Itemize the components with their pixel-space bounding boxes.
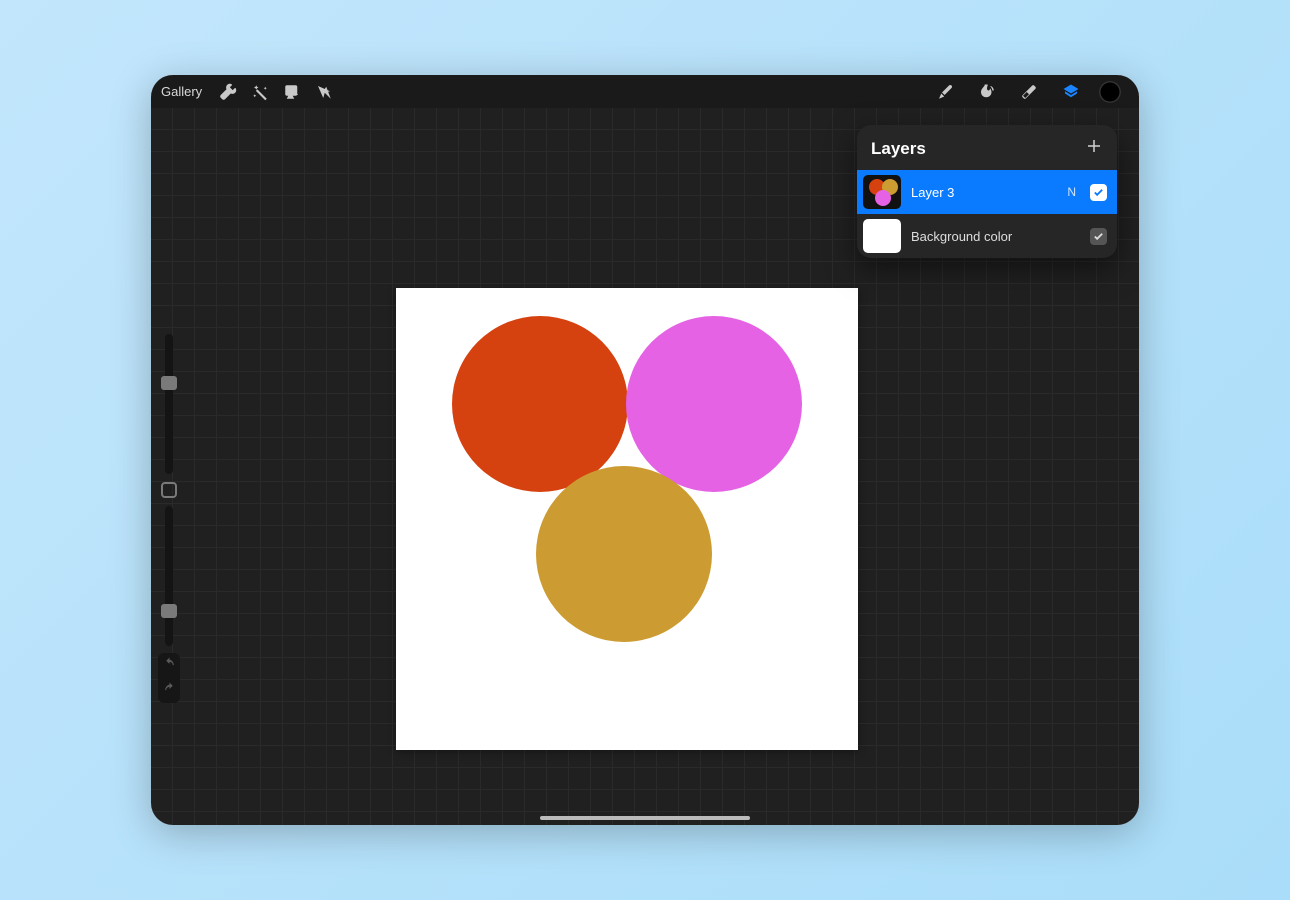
- arrow-icon[interactable]: [310, 78, 338, 106]
- color-swatch[interactable]: [1099, 81, 1121, 103]
- layer-visibility-checkbox[interactable]: [1090, 184, 1107, 201]
- wrench-icon[interactable]: [214, 78, 242, 106]
- opacity-slider[interactable]: [165, 506, 173, 646]
- layer-row[interactable]: Background color: [857, 214, 1117, 258]
- undo-icon[interactable]: [163, 657, 176, 675]
- gallery-button[interactable]: Gallery: [161, 84, 202, 99]
- brush-size-slider[interactable]: [165, 334, 173, 474]
- page-background: Gallery: [0, 0, 1290, 900]
- toolbar-right-group: [931, 78, 1129, 106]
- modifier-square[interactable]: [161, 482, 177, 498]
- tablet-frame: Gallery: [151, 75, 1139, 825]
- add-layer-button[interactable]: [1085, 137, 1103, 160]
- layer-thumbnail: [863, 219, 901, 253]
- layers-header: Layers: [857, 125, 1117, 170]
- layers-title: Layers: [871, 139, 926, 159]
- top-toolbar: Gallery: [151, 75, 1139, 108]
- home-indicator: [540, 816, 750, 820]
- layers-panel: Layers Layer 3 N Background: [857, 125, 1117, 258]
- selection-icon[interactable]: [278, 78, 306, 106]
- circle-gold: [536, 466, 712, 642]
- brush-size-thumb[interactable]: [161, 376, 177, 390]
- opacity-thumb[interactable]: [161, 604, 177, 618]
- artboard[interactable]: [396, 288, 858, 750]
- redo-icon[interactable]: [163, 682, 176, 700]
- circle-red: [452, 316, 628, 492]
- undo-redo-group: [158, 653, 180, 703]
- toolbar-left-group: Gallery: [161, 78, 338, 106]
- layer-thumbnail: [863, 175, 901, 209]
- circle-pink: [626, 316, 802, 492]
- layer-row[interactable]: Layer 3 N: [857, 170, 1117, 214]
- layer-blend-mode[interactable]: N: [1067, 185, 1076, 199]
- layer-name: Background color: [911, 229, 1080, 244]
- side-sliders: [158, 334, 180, 646]
- smudge-icon[interactable]: [973, 78, 1001, 106]
- eraser-icon[interactable]: [1015, 78, 1043, 106]
- wand-icon[interactable]: [246, 78, 274, 106]
- layer-name: Layer 3: [911, 185, 1057, 200]
- brush-icon[interactable]: [931, 78, 959, 106]
- layer-visibility-checkbox[interactable]: [1090, 228, 1107, 245]
- layers-icon[interactable]: [1057, 78, 1085, 106]
